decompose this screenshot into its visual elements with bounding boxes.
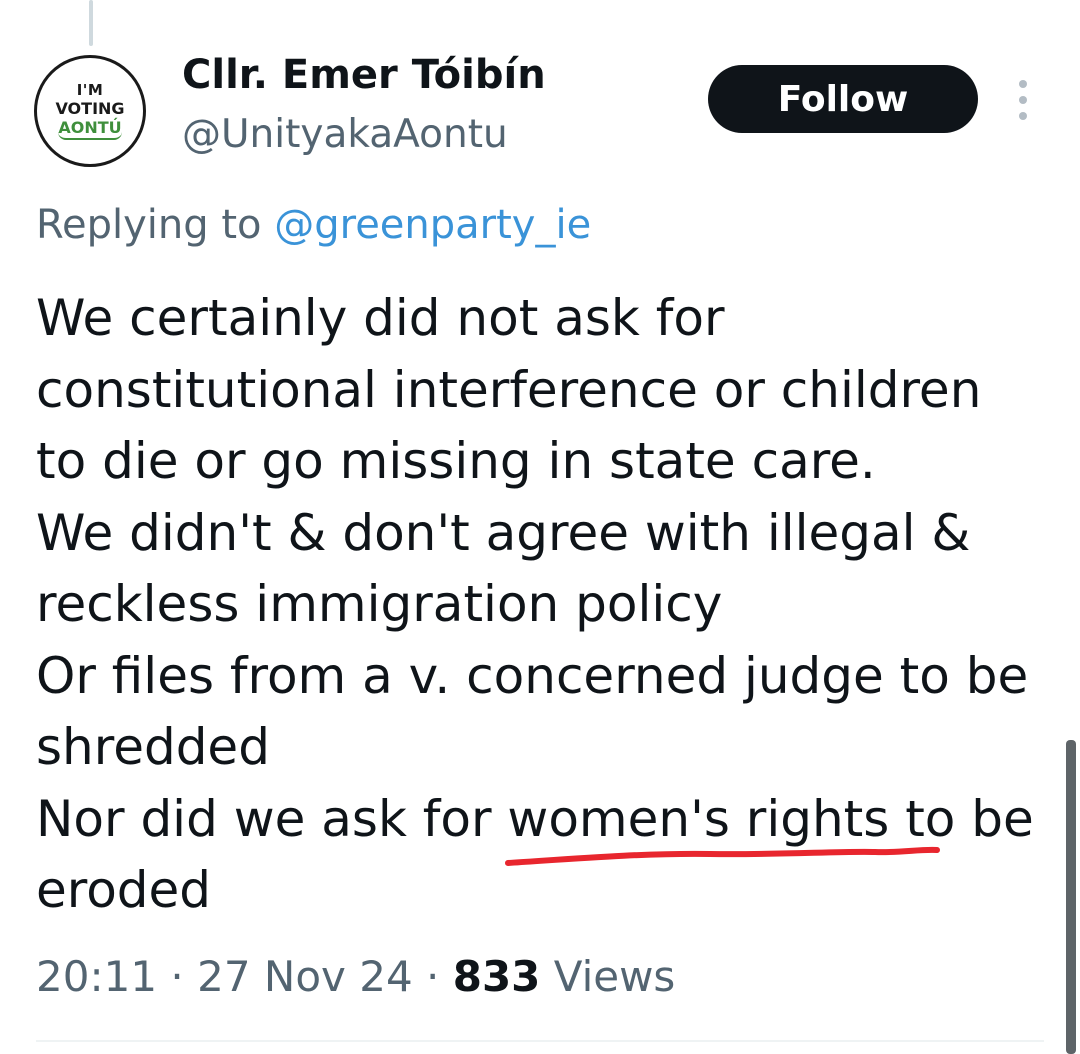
divider [36, 1040, 1044, 1042]
tweet-line: to die or go missing in state care. [36, 432, 876, 490]
more-dot [1019, 96, 1027, 104]
follow-button[interactable]: Follow [708, 65, 978, 133]
tweet-line: reckless immigration policy [36, 575, 723, 633]
more-vertical-icon[interactable] [1012, 80, 1034, 120]
tweet-line: We didn't & don't agree with illegal & [36, 503, 971, 562]
more-dot [1019, 80, 1027, 88]
tweet-meta: 20:11 · 27 Nov 24 · 833 Views [36, 952, 675, 1001]
tweet-line: shredded [36, 718, 270, 776]
tweet-line: Or files from a v. concerned judge to be [36, 646, 1029, 705]
tweet-time[interactable]: 20:11 [36, 952, 157, 1001]
avatar-text-line-1: I'M [76, 80, 104, 99]
avatar-text-line-3: AONTÚ [58, 119, 122, 140]
red-underline-annotation [505, 846, 940, 866]
avatar[interactable]: I'M VOTING AONTÚ [34, 55, 146, 167]
views-count: 833 [452, 952, 541, 1001]
scrollbar[interactable] [1066, 740, 1076, 1054]
tweet-line: We certainly did not ask for [36, 289, 725, 347]
author-display-name[interactable]: Cllr. Emer Tóibín [182, 52, 546, 98]
author-handle[interactable]: @UnityakaAontu [182, 112, 508, 157]
tweet-line: constitutional interference or children [36, 360, 982, 419]
more-dot [1019, 112, 1027, 120]
replying-to-label: Replying to [36, 202, 275, 248]
tweet-text: We certainly did not ask for constitutio… [36, 283, 1066, 927]
reply-mention-link[interactable]: @greenparty_ie [274, 202, 591, 248]
views-label: Views [540, 952, 676, 1001]
tweet-date[interactable]: 27 Nov 24 [197, 952, 413, 1001]
meta-separator: · [412, 952, 453, 1001]
thread-connector-line [89, 0, 93, 46]
replying-to-line: Replying to @greenparty_ie [36, 202, 591, 248]
meta-separator: · [157, 952, 198, 1001]
avatar-text-line-2: VOTING [55, 98, 125, 118]
